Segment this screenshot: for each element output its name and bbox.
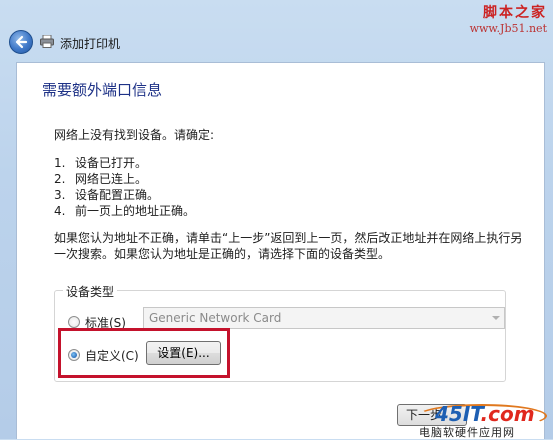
list-item: 3. 设备配置正确。 (54, 188, 160, 202)
back-arrow-icon (15, 35, 28, 49)
highlight-box (58, 328, 230, 378)
list-item: 2. 网络已连上。 (54, 172, 148, 186)
page-heading: 需要额外端口信息 (42, 81, 163, 99)
watermark-bottom: 45IT.com 电脑软硬件应用网 (411, 400, 553, 439)
select-value: Generic Network Card (149, 311, 282, 325)
advice-text: 如果您认为地址不正确，请单击“上一步”返回到上一页，然后改正地址并在网络上执行另… (54, 231, 523, 261)
watermark-top: 脚本之家 www.Jb51.net (470, 2, 547, 35)
window-title: 添加打印机 (60, 37, 121, 51)
checklist: 1. 设备已打开。 2. 网络已连上。 3. 设备配置正确。 4. 前一页上的地址正确。 (54, 155, 195, 219)
group-legend: 设备类型 (63, 283, 118, 300)
watermark-subtitle: 电脑软硬件应用网 (419, 426, 515, 439)
chevron-down-icon (492, 316, 500, 320)
standard-device-select: Generic Network Card (143, 307, 505, 329)
printer-icon (40, 35, 54, 48)
intro-text: 网络上没有找到设备。请确定: (54, 128, 215, 142)
watermark-title: 脚本之家 (483, 5, 547, 21)
watermark-logo: 45IT.com (435, 402, 535, 426)
back-button[interactable] (9, 30, 33, 54)
standard-radio[interactable] (68, 316, 80, 328)
list-item: 4. 前一页上的地址正确。 (54, 204, 196, 218)
watermark-url: www.Jb51.net (469, 22, 547, 35)
list-item: 1. 设备已打开。 (54, 156, 148, 170)
content-panel: 需要额外端口信息 网络上没有找到设备。请确定: 1. 设备已打开。 2. 网络已连上… (16, 62, 545, 439)
